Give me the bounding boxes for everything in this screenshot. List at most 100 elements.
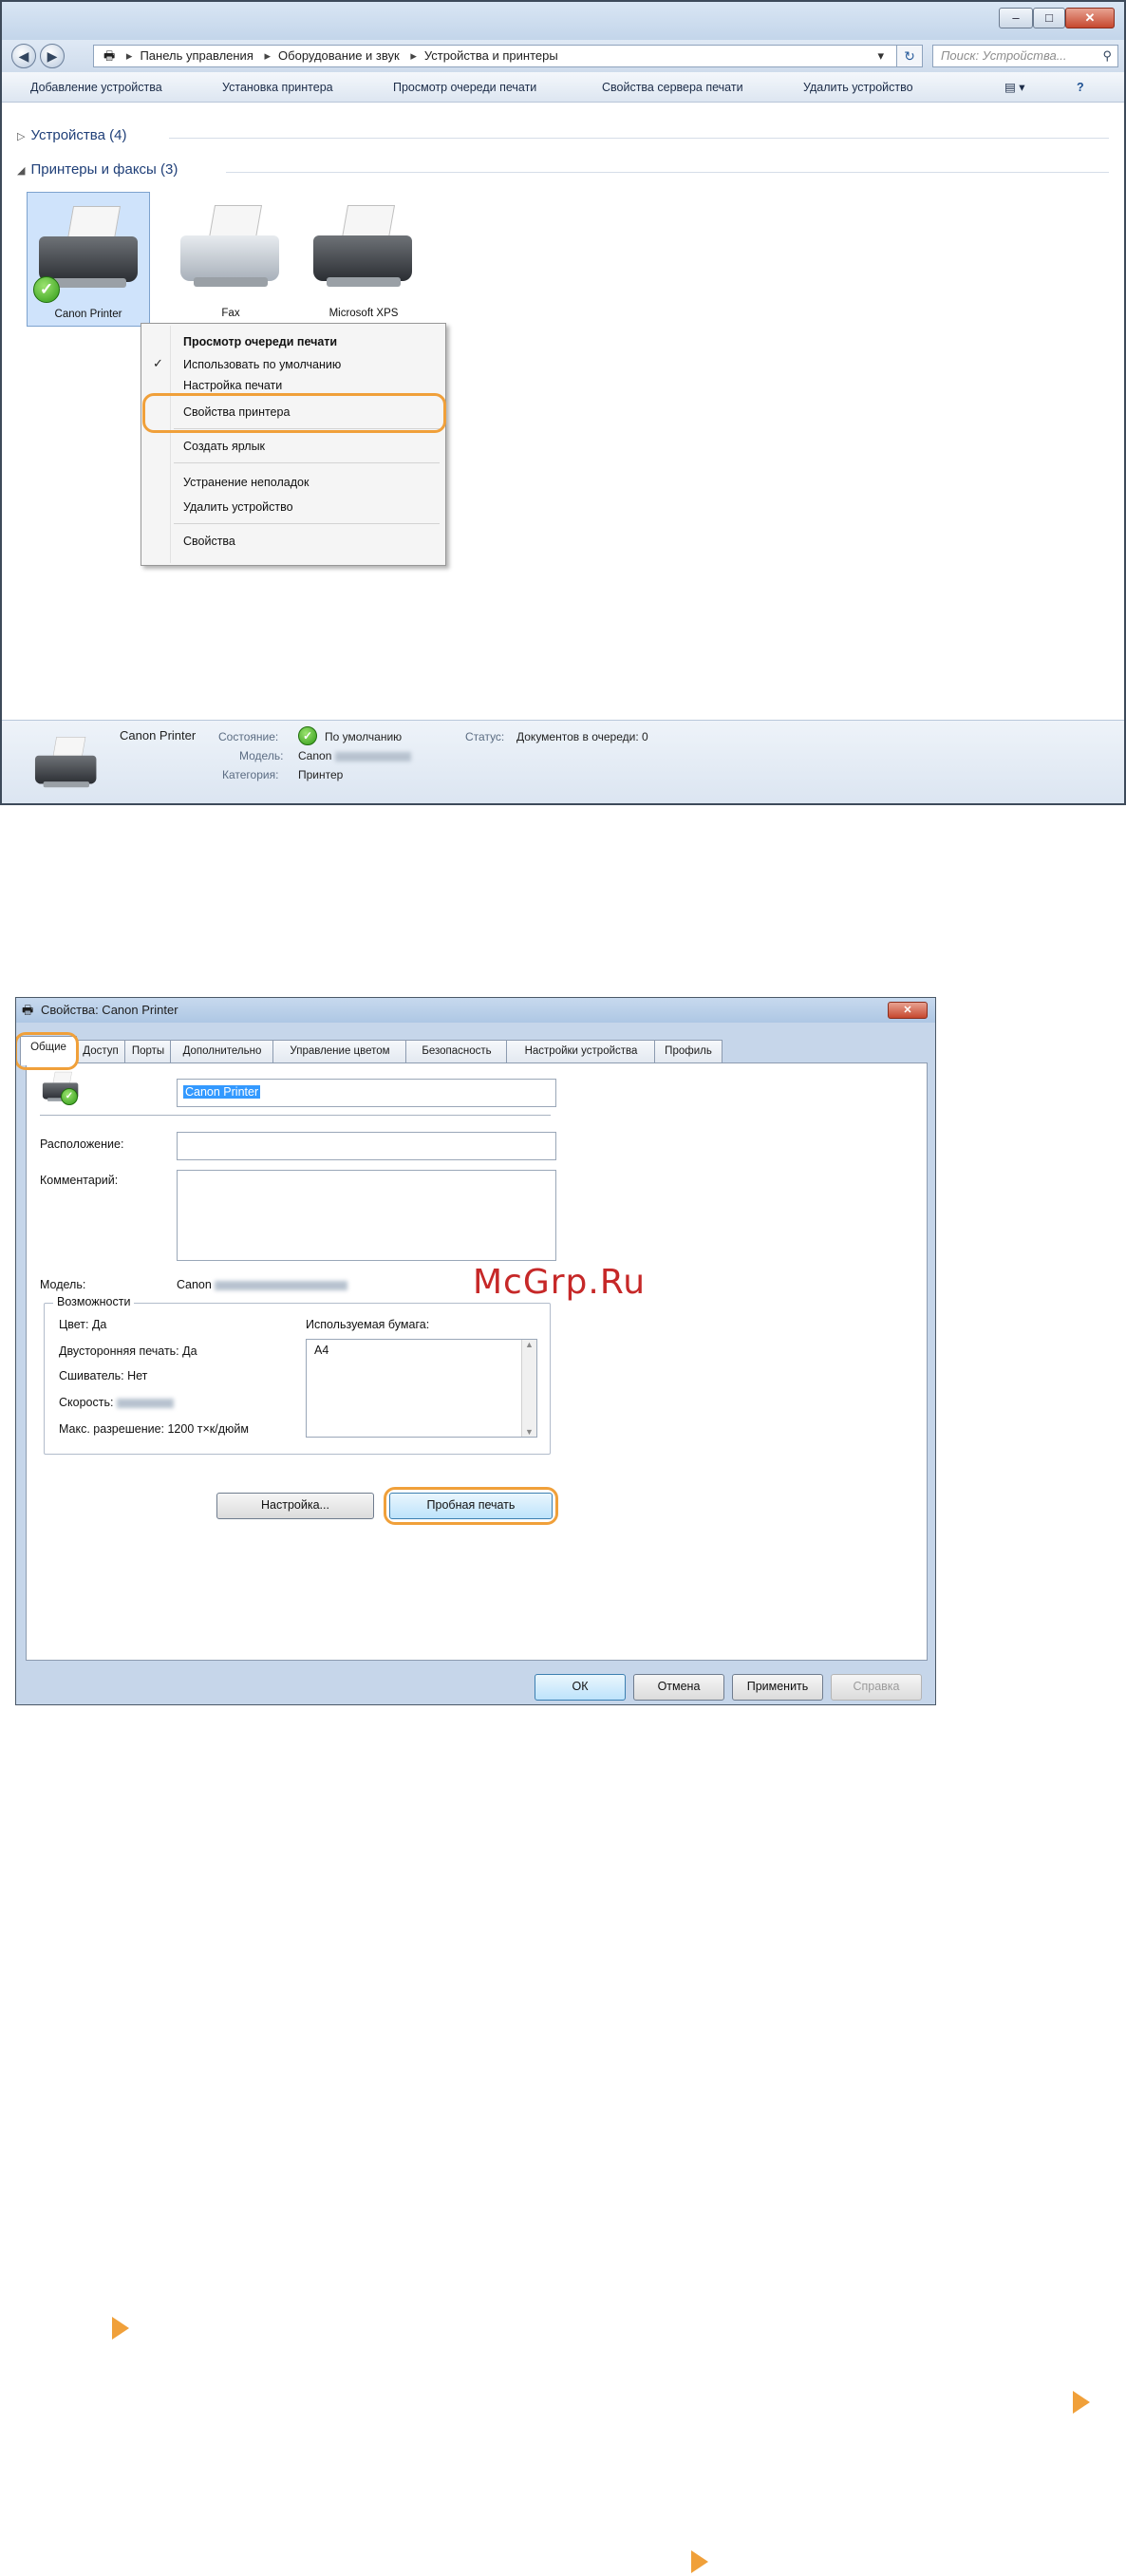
address-row: ◀ ▶ 🖶 ▸ Панель управления ▸ Оборудование и… [2,40,1124,72]
expand-arrow-icon: ▷ [17,131,26,142]
scroll-down-icon[interactable]: ▼ [522,1427,536,1437]
features-label: Возможности [53,1295,135,1308]
menu-item-print-prefs[interactable]: Настройка печати [183,379,282,392]
help-button[interactable]: Справка [831,1674,922,1701]
breadcrumb-control-panel[interactable]: Панель управления [140,48,253,63]
printer-name-value: Canon Printer [183,1085,261,1099]
speed-feature: Скорость: [59,1396,174,1409]
title-bar: 🖶 Свойства: Canon Printer ✕ [16,998,935,1023]
fax-icon [173,197,287,292]
scrollbar[interactable]: ▲ ▼ [521,1340,536,1437]
printer-icon [30,732,101,791]
orange-arrow-icon [1073,2391,1090,2414]
divider [40,1115,551,1116]
breadcrumb-hardware[interactable]: Оборудование и звук [278,48,400,63]
default-check-icon: ✓ [33,276,60,303]
close-button[interactable]: ✕ [1065,8,1115,28]
menu-item-troubleshoot[interactable]: Устранение неполадок [183,476,309,489]
window-title: Свойства: Canon Printer [41,1003,178,1017]
divider [169,138,1109,139]
dropdown-arrow-icon[interactable]: ▾ [877,46,884,66]
comment-field[interactable] [177,1170,556,1261]
add-device-button[interactable]: Добавление устройства [30,72,162,103]
view-options-icon[interactable]: ▤ ▾ [1004,72,1025,103]
highlight-test-page [384,1487,558,1525]
folder-icon: 🖶 [103,48,116,63]
devices-printers-window: – □ ✕ ◀ ▶ 🖶 ▸ Панель управления ▸ Оборудов… [0,0,1126,805]
resolution-feature: Макс. разрешение: 1200 т×к/дюйм [59,1422,249,1436]
default-check-icon: ✓ [61,1088,78,1105]
orange-arrow-icon [112,2317,129,2340]
printer-label: Fax [221,308,240,319]
address-bar[interactable]: 🖶 ▸ Панель управления ▸ Оборудование и зву… [93,45,923,67]
context-menu: Просмотр очереди печати ✓ Использовать п… [141,323,446,566]
printer-label: Microsoft XPS [328,308,399,319]
ok-button[interactable]: ОК [535,1674,626,1701]
state-label: Состояние: [218,730,279,743]
scroll-up-icon[interactable]: ▲ [522,1340,536,1349]
status-value: Документов в очереди: 0 [516,730,648,743]
search-icon: ⚲ [1102,48,1112,63]
tab-profile[interactable]: Профиль [654,1040,723,1063]
paper-list[interactable]: A4 ▲ ▼ [306,1339,537,1438]
back-icon[interactable]: ◀ [11,44,36,68]
menu-separator [174,523,440,524]
menu-item-properties[interactable]: Свойства [183,535,235,548]
printer-tile-canon[interactable]: ✓ Canon Printer [27,192,150,327]
tab-ports[interactable]: Порты [124,1040,172,1063]
model-label: Модель: [40,1278,86,1291]
maximize-button[interactable]: □ [1033,8,1065,28]
tab-advanced[interactable]: Дополнительно [170,1040,274,1063]
refresh-icon[interactable]: ↻ [896,45,923,67]
menu-separator [174,462,440,463]
printer-small-icon: 🖶 [22,1003,34,1017]
search-placeholder: Поиск: Устройства... [941,48,1067,63]
minimize-button[interactable]: – [999,8,1033,28]
details-printer-name: Canon Printer [120,728,197,743]
checkmark-icon: ✓ [153,356,163,370]
model-value: Canon [298,749,411,762]
help-icon[interactable]: ? [1077,72,1084,103]
search-input[interactable]: Поиск: Устройства... ⚲ [932,45,1118,67]
menu-item-create-shortcut[interactable]: Создать ярлык [183,440,265,453]
tab-color-management[interactable]: Управление цветом [272,1040,407,1063]
tab-security[interactable]: Безопасность [405,1040,508,1063]
menu-item-set-default[interactable]: Использовать по умолчанию [183,358,341,371]
default-check-icon: ✓ [298,726,317,745]
printer-icon [306,197,420,292]
model-label: Модель: [239,749,284,762]
staple-feature: Сшиватель: Нет [59,1369,148,1382]
location-label: Расположение: [40,1138,124,1151]
breadcrumb-devices[interactable]: Устройства и принтеры [424,48,558,63]
printer-tile-xps[interactable]: Microsoft XPS [302,192,425,327]
title-bar: – □ ✕ [2,2,1124,40]
group-printers-label: Принтеры и факсы (3) [30,161,178,178]
group-printers[interactable]: ◢ Принтеры и факсы (3) [17,161,178,178]
tab-sharing[interactable]: Доступ [75,1040,126,1063]
forward-icon[interactable]: ▶ [40,44,65,68]
print-queue-button[interactable]: Просмотр очереди печати [393,72,536,103]
location-field[interactable] [177,1132,556,1160]
remove-device-button[interactable]: Удалить устройство [803,72,913,103]
server-properties-button[interactable]: Свойства сервера печати [602,72,743,103]
apply-button[interactable]: Применить [732,1674,823,1701]
add-printer-button[interactable]: Установка принтера [222,72,333,103]
group-devices-label: Устройства (4) [30,127,127,143]
command-bar: Добавление устройства Установка принтера… [2,72,1124,103]
collapse-arrow-icon: ◢ [17,165,26,177]
duplex-feature: Двусторонняя печать: Да [59,1344,197,1358]
paper-item[interactable]: A4 [314,1344,328,1357]
menu-item-remove-device[interactable]: Удалить устройство [183,500,293,514]
printer-name-field[interactable]: Canon Printer [177,1079,556,1107]
status-label: Статус: [465,730,505,743]
color-feature: Цвет: Да [59,1318,107,1331]
printer-tile-fax[interactable]: Fax [169,192,292,327]
printing-preferences-button[interactable]: Настройка... [216,1493,374,1519]
menu-item-print-queue[interactable]: Просмотр очереди печати [183,335,337,348]
group-devices[interactable]: ▷ Устройства (4) [17,127,126,143]
close-button[interactable]: ✕ [888,1002,928,1019]
printer-properties-window: 🖶 Свойства: Canon Printer ✕ Общие Доступ… [15,997,936,1705]
tab-device-settings[interactable]: Настройки устройства [506,1040,656,1063]
watermark: McGrp.Ru [473,1263,647,1302]
cancel-button[interactable]: Отмена [633,1674,724,1701]
